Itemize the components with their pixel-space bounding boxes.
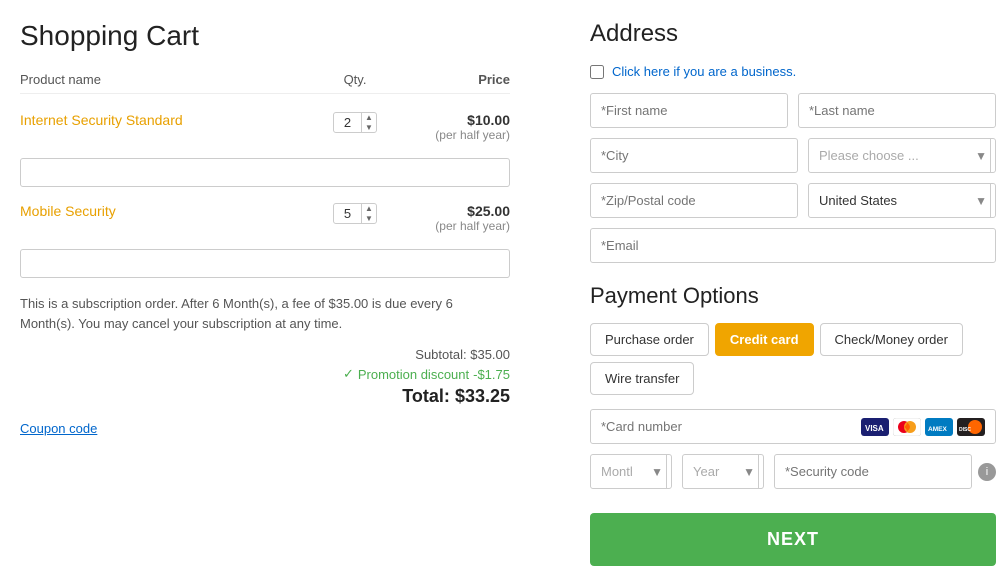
item-2-price-sub: (per half year) [390, 219, 510, 233]
qty-arrows-1[interactable]: ▲ ▼ [362, 113, 376, 132]
coupon-link[interactable]: Coupon code [20, 421, 510, 436]
header-qty: Qty. [320, 72, 390, 87]
zip-field[interactable] [590, 183, 798, 218]
year-select-wrap[interactable]: Year 2024 2025 2026 2027 2028 ▼ [682, 454, 764, 489]
promo-input-row-1 [20, 158, 510, 187]
svg-text:VISA: VISA [865, 424, 884, 433]
visa-icon: VISA [861, 418, 889, 436]
subtotal-label: Subtotal: [415, 347, 466, 362]
email-field[interactable] [590, 228, 996, 263]
qty-arrows-2[interactable]: ▲ ▼ [362, 204, 376, 223]
item-2-price-main: $25.00 [390, 203, 510, 219]
check-icon: ✓ [343, 366, 354, 382]
security-wrap: i [774, 454, 996, 489]
qty-up-1[interactable]: ▲ [365, 113, 373, 123]
address-title: Address [590, 20, 996, 48]
item-1-qty-control: 2 ▲ ▼ [320, 112, 390, 133]
promo-input-2[interactable] [20, 249, 510, 278]
card-details-row: Month January February March April May J… [590, 454, 996, 489]
svg-text:AMEX: AMEX [928, 426, 947, 433]
header-price: Price [390, 72, 510, 87]
year-select[interactable]: Year 2024 2025 2026 2027 2028 [683, 455, 754, 488]
total-label: Total: [402, 386, 450, 406]
email-row [590, 228, 996, 263]
business-checkbox[interactable] [590, 65, 604, 79]
card-number-row: VISA AMEX DISC [590, 409, 996, 444]
discover-icon: DISC [957, 418, 985, 436]
select-divider [990, 139, 991, 172]
discount-value: -$1.75 [473, 367, 510, 382]
next-button[interactable]: NEXT [590, 513, 996, 566]
item-1-name: Internet Security Standard [20, 112, 320, 128]
item-1-price: $10.00 (per half year) [390, 112, 510, 142]
first-name-field[interactable] [590, 93, 788, 128]
country-select[interactable]: United States [809, 184, 986, 217]
discount-label: Promotion discount [358, 367, 469, 382]
name-row [590, 93, 996, 128]
month-select[interactable]: Month January February March April May J… [591, 455, 662, 488]
subtotal-row: Subtotal: $35.00 [20, 347, 510, 362]
payment-buttons-group: Purchase order Credit card Check/Money o… [590, 323, 996, 395]
month-divider [666, 455, 667, 488]
subtotal-value: $35.00 [470, 347, 510, 362]
qty-value-2: 5 [334, 204, 362, 223]
mastercard-icon [893, 418, 921, 436]
pay-btn-wire-transfer[interactable]: Wire transfer [590, 362, 694, 395]
zip-country-row: United States ▼ [590, 183, 996, 218]
cart-item-2: Mobile Security 5 ▲ ▼ $25.00 (per half y… [20, 195, 510, 241]
business-link[interactable]: Click here if you are a business. [612, 64, 796, 79]
qty-box-1[interactable]: 2 ▲ ▼ [333, 112, 377, 133]
qty-up-2[interactable]: ▲ [365, 204, 373, 214]
promo-input-1[interactable] [20, 158, 510, 187]
cart-item-1: Internet Security Standard 2 ▲ ▼ $10.00 … [20, 104, 510, 150]
total-value: $33.25 [455, 386, 510, 406]
last-name-field[interactable] [798, 93, 996, 128]
pay-btn-check-money[interactable]: Check/Money order [820, 323, 963, 356]
qty-down-1[interactable]: ▼ [365, 123, 373, 133]
business-check-row: Click here if you are a business. [590, 64, 996, 79]
amex-icon: AMEX [925, 418, 953, 436]
subscription-note: This is a subscription order. After 6 Mo… [20, 294, 510, 333]
business-label: Click here if you are a business. [612, 64, 796, 79]
year-divider [758, 455, 759, 488]
city-field[interactable] [590, 138, 798, 173]
qty-value-1: 2 [334, 113, 362, 132]
card-icons-group: VISA AMEX DISC [861, 418, 985, 436]
item-2-qty-control: 5 ▲ ▼ [320, 203, 390, 224]
total-row: Total: $33.25 [20, 386, 510, 407]
info-icon[interactable]: i [978, 463, 996, 481]
cart-header: Product name Qty. Price [20, 72, 510, 94]
shopping-cart-section: Shopping Cart Product name Qty. Price In… [20, 20, 510, 566]
card-number-field[interactable] [601, 410, 861, 443]
payment-title: Payment Options [590, 283, 996, 309]
discount-row: ✓ Promotion discount -$1.75 [20, 366, 510, 382]
qty-down-2[interactable]: ▼ [365, 214, 373, 224]
header-product: Product name [20, 72, 320, 87]
promo-input-row-2 [20, 249, 510, 278]
pay-btn-credit-card[interactable]: Credit card [715, 323, 814, 356]
address-payment-section: Address Click here if you are a business… [590, 20, 996, 566]
security-code-field[interactable] [774, 454, 972, 489]
item-2-price: $25.00 (per half year) [390, 203, 510, 233]
totals-section: Subtotal: $35.00 ✓ Promotion discount -$… [20, 347, 510, 407]
item-1-price-sub: (per half year) [390, 128, 510, 142]
month-select-wrap[interactable]: Month January February March April May J… [590, 454, 672, 489]
country-select-wrap[interactable]: United States ▼ [808, 183, 996, 218]
qty-box-2[interactable]: 5 ▲ ▼ [333, 203, 377, 224]
item-1-price-main: $10.00 [390, 112, 510, 128]
city-state-row: Please choose ... ▼ [590, 138, 996, 173]
page-title: Shopping Cart [20, 20, 510, 52]
svg-text:DISC: DISC [959, 427, 971, 433]
select-divider-2 [990, 184, 991, 217]
pay-btn-purchase-order[interactable]: Purchase order [590, 323, 709, 356]
item-2-name: Mobile Security [20, 203, 320, 219]
state-select-wrap[interactable]: Please choose ... ▼ [808, 138, 996, 173]
state-select[interactable]: Please choose ... [809, 139, 986, 172]
